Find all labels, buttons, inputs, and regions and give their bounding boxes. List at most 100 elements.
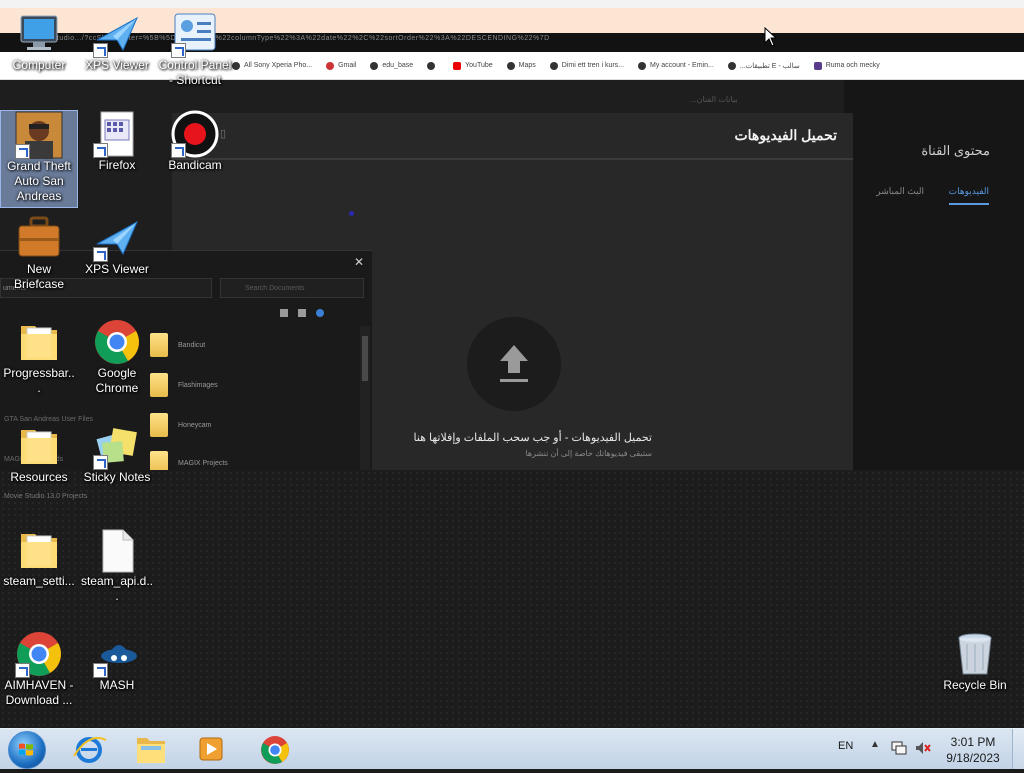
media-player-icon bbox=[199, 737, 223, 761]
bookmark-item[interactable]: edu_base bbox=[370, 61, 414, 70]
icon-label: Bandicam bbox=[168, 158, 222, 172]
shortcut-arrow-icon bbox=[171, 43, 186, 58]
desktop-icon-aimhaven[interactable]: AIMHAVEN - Download ... bbox=[0, 630, 78, 708]
show-hidden-icons-icon[interactable]: ▲ bbox=[870, 739, 880, 750]
bookmark-label: Maps bbox=[518, 62, 536, 69]
desktop-icon-steam-settings-folder[interactable]: steam_setti... bbox=[0, 526, 78, 589]
youtube-icon bbox=[453, 61, 462, 70]
tab-videos[interactable]: الفيديوهات bbox=[948, 186, 989, 205]
bookmark-label: Dimi ett tren i kurs... bbox=[561, 62, 625, 69]
icon-label: Progressbar... bbox=[3, 366, 75, 395]
pane-icon[interactable] bbox=[298, 309, 306, 317]
file-icon bbox=[93, 526, 141, 574]
icon-label: Grand Theft Auto San Andreas bbox=[7, 159, 71, 203]
volume-muted-icon[interactable] bbox=[914, 740, 932, 756]
shortcut-arrow-icon bbox=[93, 663, 108, 678]
desktop-icon-firefox[interactable]: Firefox bbox=[78, 110, 156, 173]
folder-label: Bandicut bbox=[178, 341, 206, 349]
desktop-icon-gta-san-andreas[interactable]: Grand Theft Auto San Andreas bbox=[0, 110, 78, 208]
explorer-search-input[interactable]: Search Documents bbox=[220, 278, 364, 298]
icon-label: steam_api.d... bbox=[80, 574, 154, 603]
bookmark-item[interactable]: Gmail bbox=[326, 61, 357, 70]
folder-label: Honeycam bbox=[178, 421, 212, 429]
bookmark-item[interactable]: Dimi ett tren i kurs... bbox=[549, 61, 625, 70]
network-icon[interactable] bbox=[890, 740, 908, 756]
desktop-icon-new-briefcase[interactable]: New Briefcase bbox=[0, 214, 78, 292]
desktop-icon-mash[interactable]: MASH bbox=[78, 630, 156, 693]
bookmark-label: My account - Emin... bbox=[650, 62, 714, 69]
gta-san-andreas-icon bbox=[15, 111, 63, 159]
help-icon[interactable] bbox=[316, 309, 324, 317]
desktop-icon-google-chrome[interactable]: Google Chrome bbox=[78, 318, 156, 396]
upload-drop-circle[interactable] bbox=[467, 317, 561, 411]
folder-item[interactable]: Flashimages bbox=[150, 373, 218, 397]
bookmark-item[interactable]: YouTube bbox=[453, 61, 493, 70]
explorer-scroll-thumb[interactable] bbox=[362, 336, 368, 381]
firefox-icon bbox=[93, 110, 141, 158]
mash-icon bbox=[93, 630, 141, 678]
bookmark-label: Gmail bbox=[338, 62, 357, 69]
language-indicator[interactable]: EN bbox=[838, 740, 853, 752]
icon-label: Google Chrome bbox=[95, 366, 139, 395]
bookmark-icon bbox=[727, 61, 736, 70]
shortcut-arrow-icon bbox=[15, 144, 30, 159]
maps-icon bbox=[506, 61, 515, 70]
bookmark-label: YouTube bbox=[465, 62, 493, 69]
view-icon[interactable] bbox=[280, 309, 288, 317]
desktop-icon-xps-viewer[interactable]: XPS Viewer bbox=[78, 214, 156, 277]
icon-label: steam_setti... bbox=[3, 574, 75, 588]
show-desktop-button[interactable] bbox=[1012, 729, 1024, 769]
bookmark-item[interactable]: My account - Emin... bbox=[638, 61, 714, 70]
folder-item[interactable]: Honeycam bbox=[150, 413, 211, 437]
desktop-icon-computer[interactable]: Computer bbox=[0, 10, 78, 73]
studio-page-subtitle: ...بیانات الفنان bbox=[690, 95, 738, 104]
desktop-icon-bandicam[interactable]: Bandicam bbox=[156, 110, 234, 173]
icon-label: Recycle Bin bbox=[943, 678, 1007, 692]
desktop-icon-sticky-notes[interactable]: Sticky Notes bbox=[78, 422, 156, 485]
taskbar-google-chrome[interactable] bbox=[248, 730, 302, 768]
upload-arrow-icon bbox=[500, 345, 528, 382]
tab-live[interactable]: البث المباشر bbox=[876, 186, 924, 197]
shortcut-arrow-icon bbox=[93, 143, 108, 158]
taskbar-media-player[interactable] bbox=[184, 730, 238, 768]
desktop-icon-progressbar-folder[interactable]: Progressbar... bbox=[0, 318, 78, 396]
gmail-icon bbox=[326, 61, 335, 70]
channel-content-title: محتوى القناة bbox=[921, 143, 990, 158]
clock[interactable]: 3:01 PM 9/18/2023 bbox=[940, 734, 1006, 766]
recycle-bin-icon bbox=[951, 630, 999, 678]
bookmark-label: edu_base bbox=[382, 62, 414, 69]
studio-sidebar-right bbox=[844, 80, 1024, 470]
desktop-icon-recycle-bin[interactable]: Recycle Bin bbox=[936, 630, 1014, 693]
bandicam-icon bbox=[171, 110, 219, 158]
mouse-cursor-icon bbox=[764, 27, 778, 47]
bookmark-label: Ruma och mecky bbox=[825, 62, 880, 69]
folder-label: MAGIX Projects bbox=[178, 459, 228, 467]
desktop-icon-xps-viewer[interactable]: XPS Viewer bbox=[78, 10, 156, 73]
icon-label: AIMHAVEN - Download ... bbox=[4, 678, 74, 707]
bookmark-label: ...تطبيقات E - سالب bbox=[739, 62, 800, 70]
folder-item[interactable]: Bandicut bbox=[150, 333, 205, 357]
desktop-icon-control-panel[interactable]: Control Panel - Shortcut bbox=[156, 10, 234, 88]
taskbar-internet-explorer[interactable] bbox=[62, 730, 116, 768]
bookmark-item[interactable]: ...تطبيقات E - سالب bbox=[727, 61, 800, 70]
icon-label: XPS Viewer bbox=[85, 58, 149, 72]
desktop-icon-steam-api-file[interactable]: steam_api.d... bbox=[78, 526, 156, 604]
icon-label: Computer bbox=[12, 58, 66, 72]
desktop-icon-resources-folder[interactable]: Resources bbox=[0, 422, 78, 485]
dialog-title: تحميل الفيديوهات bbox=[734, 127, 837, 143]
bookmark-item[interactable]: Maps bbox=[506, 61, 536, 70]
start-button[interactable] bbox=[8, 731, 46, 769]
xps-viewer-icon bbox=[93, 10, 141, 58]
blue-dot-artifact bbox=[349, 211, 354, 216]
folder-item[interactable]: MAGIX Projects bbox=[150, 451, 228, 470]
computer-icon bbox=[15, 10, 63, 58]
folder-label: Flashimages bbox=[178, 381, 218, 389]
chrome-icon bbox=[93, 318, 141, 366]
folder-icon bbox=[15, 526, 63, 574]
bookmark-item[interactable] bbox=[427, 61, 439, 70]
icon-label: Resources bbox=[10, 470, 68, 484]
close-icon[interactable]: ✕ bbox=[354, 255, 364, 269]
taskbar-windows-explorer[interactable] bbox=[124, 730, 178, 768]
bookmark-item[interactable]: All Sony Xperia Pho... bbox=[232, 61, 312, 70]
bookmark-item[interactable]: Ruma och mecky bbox=[813, 61, 880, 70]
